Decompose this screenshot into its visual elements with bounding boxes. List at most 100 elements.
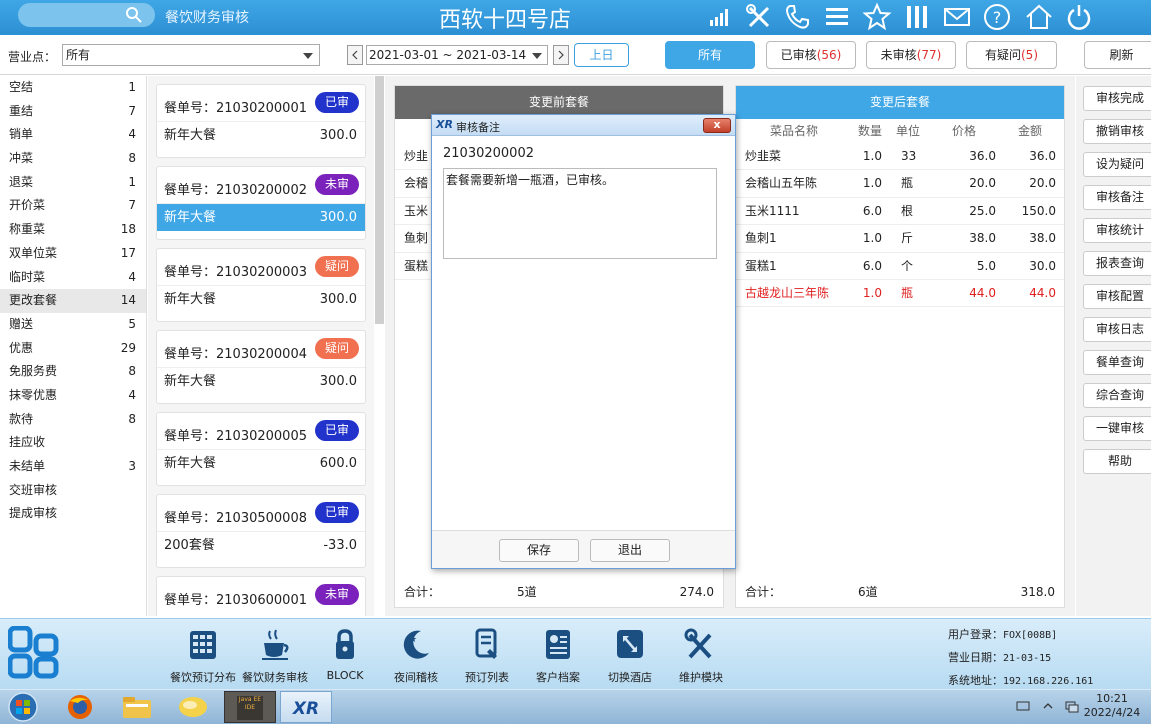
order-query-button[interactable]: 餐单查询 (1083, 350, 1151, 375)
filter-doubt-button[interactable]: 有疑问(5) (966, 41, 1057, 69)
mail-icon[interactable] (942, 2, 972, 32)
order-card[interactable]: 餐单号：21030200003 疑问 新年大餐 300.0 (156, 248, 366, 322)
category-item[interactable]: 未结单 3 (0, 455, 146, 479)
module-maintenance[interactable]: 维护模块 (662, 624, 740, 686)
firefox-icon[interactable] (58, 691, 102, 723)
filter-unreviewed-button[interactable]: 未审核(77) (866, 41, 956, 69)
windows-start-icon[interactable] (4, 691, 42, 723)
power-icon[interactable] (1064, 2, 1094, 32)
category-item[interactable]: 挂应收 (0, 431, 146, 455)
order-list-scrollbar[interactable] (375, 76, 384, 324)
outlet-select[interactable]: 所有 (62, 44, 320, 66)
tools-icon[interactable] (744, 2, 774, 32)
category-item[interactable]: 优惠 29 (0, 337, 146, 361)
category-item[interactable]: 双单位菜 17 (0, 242, 146, 266)
table-row[interactable]: 鱼刺1 1.0 斤 38.0 38.0 (736, 225, 1064, 253)
category-item[interactable]: 开价菜 7 (0, 194, 146, 218)
table-row[interactable]: 蛋糕1 6.0 个 5.0 30.0 (736, 253, 1064, 280)
report-query-button[interactable]: 报表查询 (1083, 251, 1151, 276)
search-box[interactable] (18, 3, 155, 27)
table-row-added[interactable]: 古越龙山三年陈 1.0 瓶 44.0 44.0 (736, 280, 1064, 308)
module-switch-hotel[interactable]: 切换酒店 (591, 624, 669, 686)
mark-doubt-button[interactable]: 设为疑问 (1083, 152, 1151, 177)
filter-reviewed-button[interactable]: 已审核(56) (766, 41, 856, 69)
category-item[interactable]: 抹零优惠 4 (0, 384, 146, 408)
category-item[interactable]: 提成审核 (0, 502, 146, 526)
audit-complete-button[interactable]: 审核完成 (1083, 86, 1151, 111)
one-click-audit-button[interactable]: 一键审核 (1083, 416, 1151, 441)
order-card[interactable]: 餐单号：21030600001 未审 (156, 576, 366, 616)
keyboard-icon[interactable] (1016, 700, 1030, 712)
wrench-screwdriver-icon (684, 628, 712, 659)
audit-config-button[interactable]: 审核配置 (1083, 284, 1151, 309)
audit-stats-button[interactable]: 审核统计 (1083, 218, 1151, 243)
category-item[interactable]: 称重菜 18 (0, 218, 146, 242)
dish-price: 36.0 (969, 149, 996, 163)
general-query-button[interactable]: 综合查询 (1083, 383, 1151, 408)
category-count: 3 (128, 459, 136, 473)
columns-icon[interactable] (902, 2, 932, 32)
order-package-row[interactable]: 新年大餐 300.0 (157, 285, 365, 313)
category-item[interactable]: 临时菜 4 (0, 266, 146, 290)
revoke-audit-button[interactable]: 撤销审核 (1083, 119, 1151, 144)
category-item[interactable]: 空结 1 (0, 76, 146, 100)
next-date-button[interactable] (553, 45, 569, 65)
star-icon[interactable] (862, 2, 892, 32)
table-row[interactable]: 会稽山五年陈 1.0 瓶 20.0 20.0 (736, 170, 1064, 198)
module-booking-list[interactable]: 预订列表 (448, 624, 526, 686)
audit-note-input[interactable]: 套餐需要新增一瓶酒，已审核。 (443, 168, 717, 259)
order-package-row-selected[interactable]: 新年大餐 300.0 (157, 203, 365, 231)
order-card[interactable]: 餐单号：21030200005 已审 新年大餐 600.0 (156, 412, 366, 486)
help-button[interactable]: 帮助 (1083, 449, 1151, 474)
audit-note-button[interactable]: 审核备注 (1083, 185, 1151, 210)
dialog-titlebar[interactable]: XR 审核备注 x (432, 115, 735, 136)
exit-button[interactable]: 退出 (590, 539, 670, 562)
order-card[interactable]: 餐单号：21030200004 疑问 新年大餐 300.0 (156, 330, 366, 404)
order-package-row[interactable]: 200套餐 -33.0 (157, 531, 365, 559)
xr-app-taskbar-button[interactable]: XR (280, 691, 332, 723)
module-finance-audit[interactable]: 餐饮财务审核 (236, 624, 314, 686)
module-night-audit[interactable]: ★ 夜间稽核 (377, 624, 455, 686)
filter-all-button[interactable]: 所有 (665, 41, 755, 69)
prev-date-button[interactable] (347, 45, 363, 65)
category-item[interactable]: 冲菜 8 (0, 147, 146, 171)
system-clock[interactable]: 10:21 2022/4/24 (1077, 692, 1147, 720)
category-item[interactable]: 退菜 1 (0, 171, 146, 195)
category-item[interactable]: 销单 4 (0, 123, 146, 147)
category-item[interactable]: 重结 7 (0, 100, 146, 124)
category-name: 抹零优惠 (9, 387, 58, 402)
order-package-row[interactable]: 新年大餐 600.0 (157, 449, 365, 477)
save-button[interactable]: 保存 (499, 539, 579, 562)
app-grid-logo-icon[interactable] (8, 626, 60, 680)
audit-log-button[interactable]: 审核日志 (1083, 317, 1151, 342)
category-item[interactable]: 款待 8 (0, 408, 146, 432)
order-package-row[interactable]: 新年大餐 300.0 (157, 367, 365, 395)
prev-day-button[interactable]: 上日 (574, 43, 629, 67)
order-package-row[interactable]: 新年大餐 300.0 (157, 121, 365, 149)
chat-app-icon[interactable] (168, 691, 218, 723)
java-ide-icon[interactable]: Java EE IDE (224, 691, 276, 723)
home-icon[interactable] (1024, 2, 1054, 32)
category-item[interactable]: 免服务费 8 (0, 360, 146, 384)
table-row[interactable]: 炒韭菜 1.0 33 36.0 36.0 (736, 143, 1064, 171)
help-icon[interactable]: ? (982, 2, 1012, 32)
module-booking-distribution[interactable]: 餐饮预订分布 (164, 624, 242, 686)
category-count: 4 (128, 269, 136, 284)
order-card[interactable]: 餐单号：21030200002 未审 新年大餐 300.0 (156, 166, 366, 240)
close-icon[interactable]: x (703, 118, 731, 133)
category-item[interactable]: 赠送 5 (0, 313, 146, 337)
module-block[interactable]: BLOCK (306, 624, 384, 686)
chevron-up-icon[interactable] (1042, 700, 1054, 712)
table-row[interactable]: 玉米1111 6.0 根 25.0 150.0 (736, 198, 1064, 226)
order-card[interactable]: 餐单号：21030200001 已审 新年大餐 300.0 (156, 84, 366, 158)
phone-icon[interactable] (782, 2, 812, 32)
module-customer-profile[interactable]: 客户档案 (519, 624, 597, 686)
category-item-selected[interactable]: 更改套餐 14 (0, 289, 146, 313)
refresh-button[interactable]: 刷新 (1084, 41, 1151, 69)
date-range-select[interactable]: 2021-03-01 ~ 2021-03-14 (366, 45, 548, 65)
category-item[interactable]: 交班审核 (0, 479, 146, 503)
file-explorer-icon[interactable] (114, 691, 160, 723)
menu-icon[interactable] (822, 2, 852, 32)
order-card[interactable]: 餐单号：21030500008 已审 200套餐 -33.0 (156, 494, 366, 568)
search-icon[interactable] (125, 6, 143, 24)
